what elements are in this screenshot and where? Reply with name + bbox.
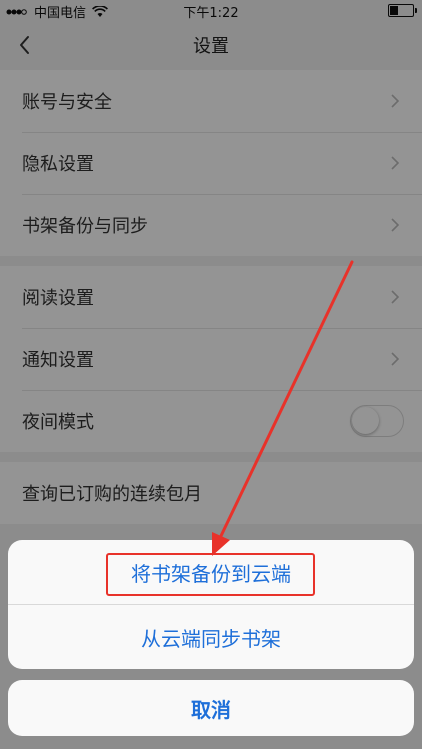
backup-to-cloud-button[interactable]: 将书架备份到云端 — [8, 540, 414, 604]
cancel-button[interactable]: 取消 — [8, 680, 414, 736]
sync-from-cloud-label: 从云端同步书架 — [141, 626, 281, 651]
cancel-label: 取消 — [191, 697, 231, 722]
sync-from-cloud-button[interactable]: 从云端同步书架 — [8, 604, 414, 669]
backup-to-cloud-label: 将书架备份到云端 — [131, 561, 291, 586]
cancel-sheet: 取消 — [8, 680, 414, 736]
action-sheet: 将书架备份到云端 从云端同步书架 — [8, 540, 414, 669]
